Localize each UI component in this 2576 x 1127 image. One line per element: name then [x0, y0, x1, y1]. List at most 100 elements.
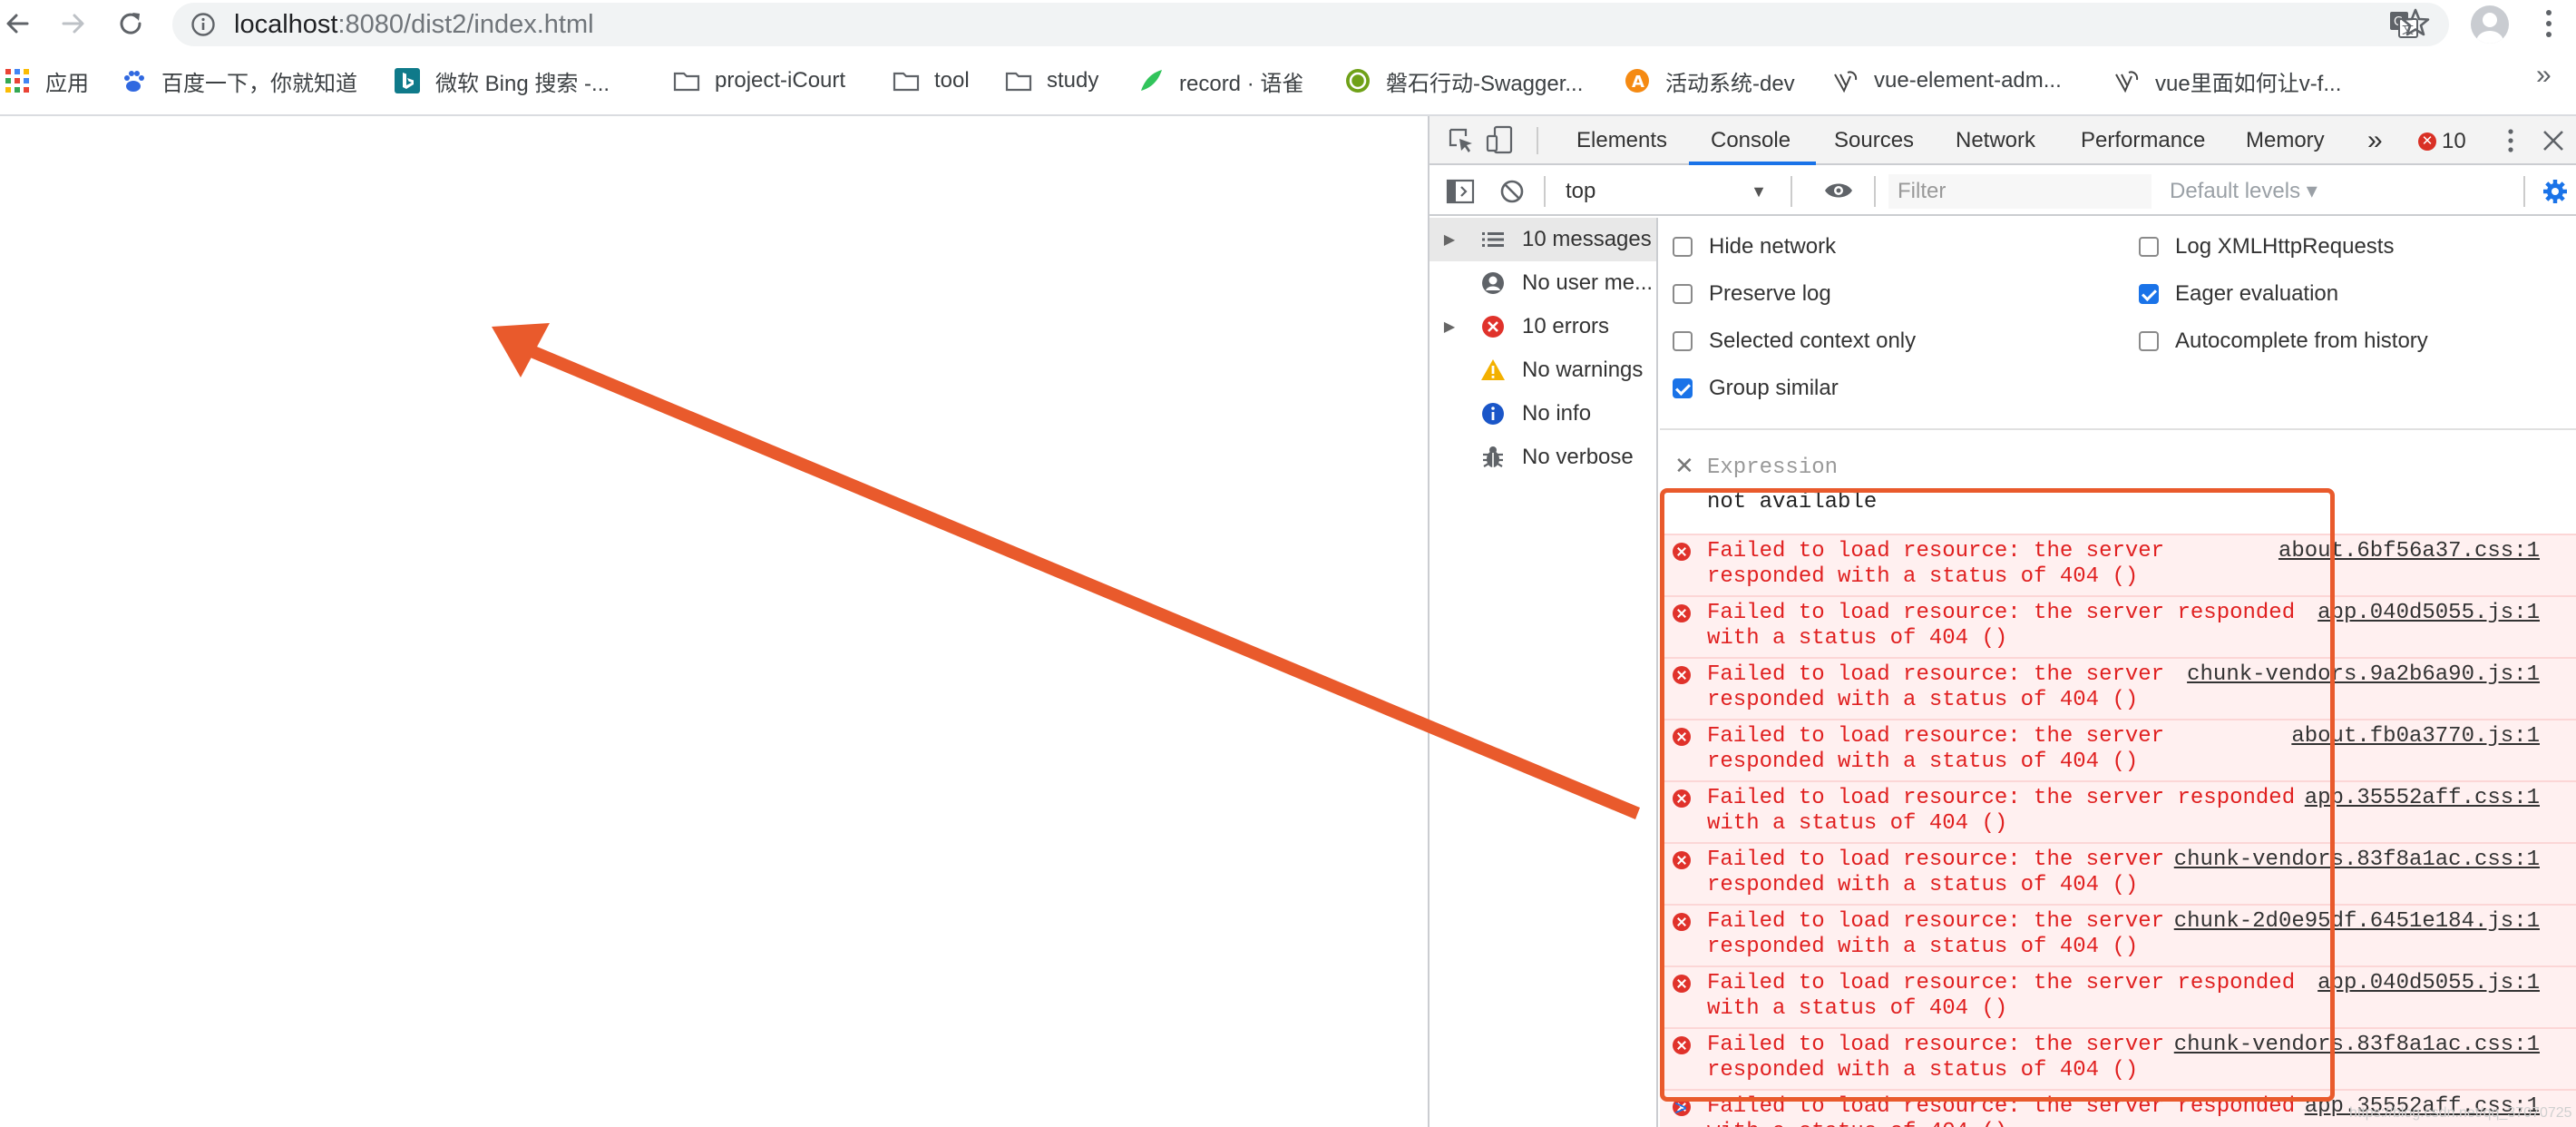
context-select[interactable]: top ▼	[1560, 174, 1772, 209]
bug-icon	[1480, 445, 1506, 470]
console-settings-gear-icon[interactable]	[2542, 178, 2569, 210]
reload-icon[interactable]	[112, 5, 149, 42]
message-source-link[interactable]: app.35552aff.css:1	[2304, 786, 2540, 811]
message-source-link[interactable]: chunk-vendors.83f8a1ac.css:1	[2173, 848, 2540, 873]
inspect-element-icon[interactable]	[1448, 127, 1475, 159]
error-icon	[1673, 1036, 1691, 1054]
tab-memory[interactable]: Memory	[2246, 116, 2325, 165]
option-eager-evaluation[interactable]: Eager evaluation	[2139, 281, 2338, 307]
address-bar[interactable]: localhost:8080/dist2/index.html G文	[172, 3, 2449, 46]
filterbar-separator	[1874, 176, 1876, 207]
console-error-message[interactable]: Failed to load resource: the server resp…	[1660, 842, 2576, 904]
message-source-link[interactable]: about.fb0a3770.js:1	[2291, 724, 2540, 750]
selected-context-checkbox[interactable]	[1673, 331, 1693, 351]
console-prompt[interactable]: >	[1674, 1096, 1687, 1122]
console-error-message[interactable]: Failed to load resource: the server resp…	[1660, 780, 2576, 842]
bookmark-vue-v-for[interactable]: vue里面如何让v-f...	[2113, 60, 2341, 102]
console-error-message[interactable]: Failed to load resource: the server resp…	[1660, 534, 2576, 595]
bookmark-record-yuque[interactable]: record · 语雀	[1137, 60, 1303, 102]
console-error-message[interactable]: Failed to load resource: the server resp…	[1660, 904, 2576, 965]
option-preserve-log[interactable]: Preserve log	[1673, 281, 1831, 307]
message-source-link[interactable]: app.040d5055.js:1	[2317, 601, 2540, 626]
error-icon	[1673, 789, 1691, 808]
message-source-link[interactable]: chunk-vendors.9a2b6a90.js:1	[2187, 662, 2540, 688]
expand-triangle-icon[interactable]: ▶	[1437, 318, 1462, 336]
tab-console[interactable]: Console	[1711, 116, 1791, 165]
error-count-badge[interactable]: ✕ 10	[2418, 129, 2466, 154]
bookmark-label: 微软 Bing 搜索 -...	[435, 71, 610, 96]
option-group-similar[interactable]: Group similar	[1673, 376, 1839, 401]
bookmark-apps[interactable]: 应用	[4, 60, 89, 102]
show-sidebar-icon[interactable]	[1446, 178, 1475, 210]
message-source-link[interactable]: chunk-2d0e95df.6451e184.js:1	[2173, 909, 2540, 935]
profile-avatar-icon[interactable]	[2471, 5, 2509, 44]
bookmark-vue-element-admin[interactable]: vue-element-adm...	[1832, 60, 2062, 102]
browser-menu-icon[interactable]	[2540, 7, 2558, 40]
option-autocomplete-history[interactable]: Autocomplete from history	[2139, 328, 2428, 354]
bookmark-activity-system[interactable]: A 活动系统-dev	[1624, 60, 1795, 102]
remove-expression-icon[interactable]: ✕	[1674, 452, 1694, 480]
sidebar-item-label: No user me...	[1522, 270, 1654, 295]
context-value: top	[1566, 179, 1596, 203]
devtools-tabbar: Elements Console Sources Network Perform…	[1429, 116, 2576, 165]
console-error-message[interactable]: Failed to load resource: the server resp…	[1660, 595, 2576, 657]
bookmark-tool[interactable]: tool	[893, 60, 970, 102]
url-text[interactable]: localhost:8080/dist2/index.html	[234, 9, 594, 40]
bookmarks-bar: 应用 百度一下，你就知道 微软 Bing 搜索 -... project-iCo…	[0, 60, 2576, 102]
bookmark-study[interactable]: study	[1005, 60, 1098, 102]
tab-elements[interactable]: Elements	[1576, 116, 1667, 165]
sidebar-item-info[interactable]: No info	[1429, 392, 1656, 436]
message-source-link[interactable]: chunk-vendors.83f8a1ac.css:1	[2173, 1033, 2540, 1058]
group-similar-checkbox[interactable]	[1673, 378, 1693, 398]
sidebar-item-warnings[interactable]: No warnings	[1429, 348, 1656, 392]
bookmark-bing[interactable]: 微软 Bing 搜索 -...	[394, 60, 610, 102]
bookmark-swagger[interactable]: 磐石行动-Swagger...	[1344, 60, 1583, 102]
eager-evaluation-checkbox[interactable]	[2139, 284, 2159, 304]
bookmark-project-icourt[interactable]: project-iCourt	[673, 60, 845, 102]
sidebar-item-label: No info	[1522, 401, 1592, 426]
hide-network-checkbox[interactable]	[1673, 237, 1693, 257]
bookmark-baidu[interactable]: 百度一下，你就知道	[120, 60, 357, 102]
sidebar-item-messages[interactable]: ▶ 10 messages	[1429, 218, 1656, 261]
bookmarks-overflow-button[interactable]: »	[2536, 60, 2552, 91]
error-icon	[1673, 851, 1691, 869]
eye-icon[interactable]	[1823, 180, 1854, 206]
message-source-link[interactable]: app.040d5055.js:1	[2317, 971, 2540, 996]
option-log-xmlhttprequests[interactable]: Log XMLHttpRequests	[2139, 234, 2394, 260]
message-source-link[interactable]: about.6bf56a37.css:1	[2278, 539, 2540, 564]
devtools-menu-icon[interactable]	[2505, 127, 2516, 159]
forward-arrow-icon[interactable]	[54, 5, 91, 42]
error-icon	[1673, 913, 1691, 931]
option-hide-network[interactable]: Hide network	[1673, 234, 1836, 260]
sidebar-item-verbose[interactable]: No verbose	[1429, 436, 1656, 479]
more-tabs-button[interactable]: »	[2367, 116, 2383, 165]
preserve-log-checkbox[interactable]	[1673, 284, 1693, 304]
tab-network[interactable]: Network	[1956, 116, 2035, 165]
clear-console-icon[interactable]	[1498, 178, 1526, 210]
console-error-message[interactable]: Failed to load resource: the server resp…	[1660, 965, 2576, 1027]
console-filter-bar: top ▼ Default levels ▾	[1429, 167, 2576, 216]
option-selected-context-only[interactable]: Selected context only	[1673, 328, 1916, 354]
bookmark-star-icon[interactable]	[2400, 7, 2431, 38]
sidebar-item-errors[interactable]: ▶ 10 errors	[1429, 305, 1656, 348]
console-error-message[interactable]: Failed to load resource: the server resp…	[1660, 719, 2576, 780]
sidebar-item-user-messages[interactable]: No user me...	[1429, 261, 1656, 305]
back-arrow-icon[interactable]	[0, 5, 36, 42]
info-icon[interactable]	[190, 12, 216, 37]
console-error-message[interactable]: Failed to load resource: the server resp…	[1660, 657, 2576, 719]
console-error-message[interactable]: Failed to load resource: the server resp…	[1660, 1027, 2576, 1089]
close-devtools-icon[interactable]	[2542, 129, 2565, 157]
autocomplete-history-checkbox[interactable]	[2139, 331, 2159, 351]
expand-triangle-icon[interactable]: ▶	[1437, 230, 1462, 249]
options-divider	[1660, 428, 2576, 430]
log-xhr-checkbox[interactable]	[2139, 237, 2159, 257]
log-levels-dropdown[interactable]: Default levels ▾	[2170, 174, 2317, 209]
option-label: Eager evaluation	[2175, 281, 2339, 306]
expression-label[interactable]: Expression	[1707, 456, 1838, 480]
tab-sources[interactable]: Sources	[1834, 116, 1914, 165]
option-label: Log XMLHttpRequests	[2175, 234, 2395, 259]
filter-input[interactable]	[1888, 174, 2152, 209]
tab-performance[interactable]: Performance	[2081, 116, 2205, 165]
device-toolbar-icon[interactable]	[1486, 125, 1515, 159]
bookmark-label: vue-element-adm...	[1874, 68, 2062, 93]
